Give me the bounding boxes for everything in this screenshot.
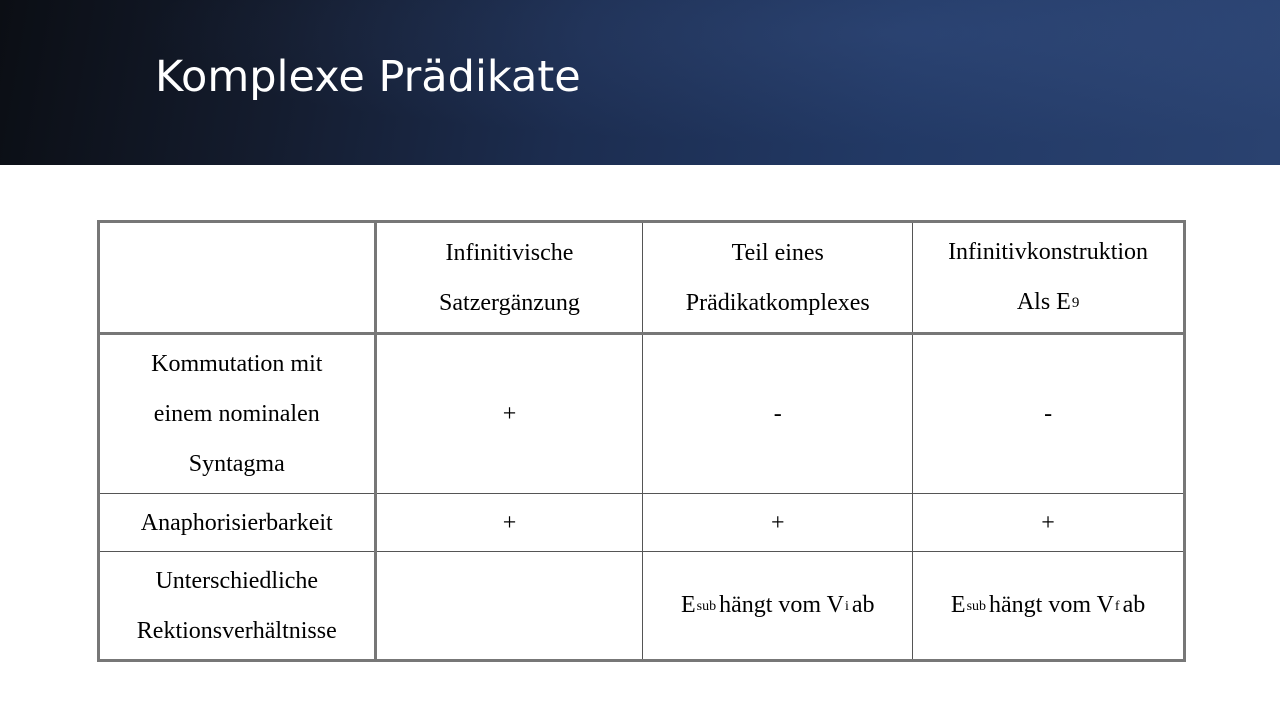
subscript: sub <box>966 598 987 614</box>
header-text: Infinitivische <box>445 239 574 266</box>
table-cell-empty <box>374 551 644 662</box>
comparison-table: Infinitivische Satzergänzung Teil eines … <box>97 220 1186 662</box>
header-text: Infinitivkonstruktion <box>948 239 1149 265</box>
slide: Komplexe Prädikate Infinitivische Satzer… <box>0 0 1280 720</box>
table-cell: + <box>912 493 1186 552</box>
table-cell: Esub hängt vom Vi ab <box>642 551 914 662</box>
table-cell: - <box>642 333 914 494</box>
table-cell: + <box>374 333 644 494</box>
row-label-text: Syntagma <box>188 451 285 477</box>
header-cell-teil-eines-praedikatkomplexes: Teil eines Prädikatkomplexes <box>642 220 914 335</box>
subscript: f <box>1114 598 1120 614</box>
subscript: i <box>845 598 849 614</box>
subscript: sub <box>696 598 717 614</box>
cell-text: ab <box>1122 591 1146 618</box>
row-label-text: Unterschiedliche <box>155 567 319 594</box>
header-text: Satzergänzung <box>439 289 580 316</box>
row-label-rektionsverhaeltnisse: Unterschiedliche Rektionsverhältnisse <box>97 551 377 662</box>
table-row: Kommutation mit einem nominalen Syntagma… <box>97 333 1186 494</box>
subscript: 9 <box>1071 295 1080 311</box>
table-header-row: Infinitivische Satzergänzung Teil eines … <box>97 220 1186 335</box>
header-text: Prädikatkomplexes <box>685 289 870 316</box>
header-empty-cell <box>97 220 377 335</box>
cell-text: hängt vom V <box>719 591 844 618</box>
table-row: Anaphorisierbarkeit + + + <box>97 493 1186 552</box>
row-label-text: einem nominalen <box>153 401 320 427</box>
table-cell: + <box>374 493 644 552</box>
slide-title: Komplexe Prädikate <box>155 52 581 102</box>
table-cell: + <box>642 493 914 552</box>
table-cell: Esub hängt vom Vf ab <box>912 551 1186 662</box>
cell-text: ab <box>851 591 875 618</box>
row-label-anaphorisierbarkeit: Anaphorisierbarkeit <box>97 493 377 552</box>
cell-text: E <box>680 591 696 618</box>
header-text: Teil eines <box>731 239 824 266</box>
row-label-kommutation: Kommutation mit einem nominalen Syntagma <box>97 333 377 494</box>
header-text: Als E <box>1016 289 1071 315</box>
table-row: Unterschiedliche Rektionsverhältnisse Es… <box>97 551 1186 662</box>
cell-text: E <box>950 591 966 618</box>
header-cell-infinitivische-satzergaenzung: Infinitivische Satzergänzung <box>374 220 644 335</box>
table-cell: - <box>912 333 1186 494</box>
row-label-text: Kommutation mit <box>151 351 323 377</box>
cell-text: hängt vom V <box>989 591 1114 618</box>
header-cell-infinitivkonstruktion: Infinitivkonstruktion Als E9 <box>912 220 1186 335</box>
row-label-text: Rektionsverhältnisse <box>136 617 337 644</box>
